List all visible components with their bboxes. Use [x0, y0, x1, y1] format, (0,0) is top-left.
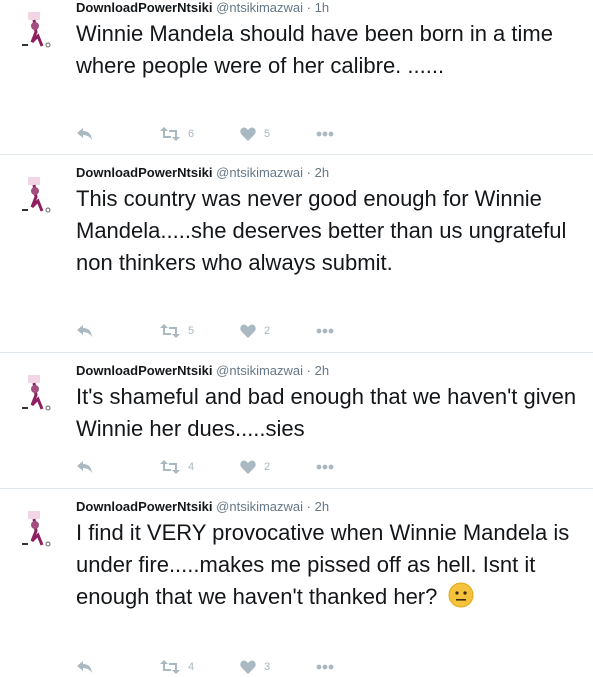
handle[interactable]: @ntsikimazwai [216, 499, 303, 514]
reply-button[interactable] [76, 657, 94, 677]
timestamp[interactable]: 1h [315, 0, 329, 15]
retweet-button[interactable]: 6 [160, 124, 194, 144]
retweet-icon [160, 460, 180, 474]
handle[interactable]: @ntsikimazwai [216, 0, 303, 15]
like-count: 2 [264, 461, 271, 473]
timestamp[interactable]: 2h [315, 363, 329, 378]
retweet-count: 6 [188, 128, 195, 140]
retweet-icon [160, 660, 180, 674]
reply-button[interactable] [76, 321, 94, 341]
reply-icon [77, 661, 92, 673]
retweet-icon [160, 324, 180, 338]
tweet-actions: 4 2 [76, 457, 346, 477]
tweet-feed: DownloadPowerNtsiki @ntsikimazwai · 1h W… [0, 0, 593, 674]
heart-icon [240, 460, 256, 474]
separator-dot: · [306, 165, 312, 180]
tweet-header: DownloadPowerNtsiki @ntsikimazwai · 2h [76, 499, 329, 515]
tweet[interactable]: DownloadPowerNtsiki @ntsikimazwai · 2h I… [0, 489, 593, 674]
timestamp[interactable]: 2h [315, 499, 329, 514]
retweet-count: 5 [188, 325, 195, 337]
tweet-header: DownloadPowerNtsiki @ntsikimazwai · 2h [76, 165, 329, 181]
more-button[interactable] [316, 124, 334, 144]
like-button[interactable]: 5 [240, 124, 270, 144]
reply-icon [77, 461, 92, 473]
tweet-actions: 4 3 [76, 657, 346, 677]
tweet[interactable]: DownloadPowerNtsiki @ntsikimazwai · 1h W… [0, 0, 593, 155]
like-button[interactable]: 2 [240, 321, 270, 341]
tweet-text-block: I find it VERY provocative when Winnie M… [76, 517, 581, 613]
tweet-text: Winnie Mandela should have been born in … [76, 21, 553, 78]
tweet[interactable]: DownloadPowerNtsiki @ntsikimazwai · 2h T… [0, 155, 593, 353]
handle[interactable]: @ntsikimazwai [216, 363, 303, 378]
retweet-button[interactable]: 4 [160, 457, 194, 477]
more-icon [316, 464, 334, 470]
avatar[interactable] [14, 8, 62, 56]
like-count: 2 [264, 325, 271, 337]
tweet-actions: 5 2 [76, 321, 346, 341]
display-name[interactable]: DownloadPowerNtsiki [76, 0, 213, 15]
display-name[interactable]: DownloadPowerNtsiki [76, 165, 213, 180]
tweet-text: It's shameful and bad enough that we hav… [76, 384, 577, 441]
heart-icon [240, 127, 256, 141]
tweet[interactable]: DownloadPowerNtsiki @ntsikimazwai · 2h I… [0, 353, 593, 489]
reply-button[interactable] [76, 124, 94, 144]
more-icon [316, 131, 334, 137]
avatar[interactable] [14, 173, 62, 221]
like-count: 3 [264, 661, 271, 673]
separator-dot: · [306, 363, 312, 378]
reply-icon [77, 325, 92, 337]
display-name[interactable]: DownloadPowerNtsiki [76, 499, 213, 514]
more-button[interactable] [316, 457, 334, 477]
like-count: 5 [264, 128, 271, 140]
heart-icon [240, 660, 256, 674]
tweet-text: I find it VERY provocative when Winnie M… [76, 520, 570, 609]
separator-dot: · [306, 499, 312, 514]
tweet-header: DownloadPowerNtsiki @ntsikimazwai · 1h [76, 0, 329, 16]
avatar[interactable] [14, 371, 62, 419]
more-icon [316, 328, 334, 334]
retweet-count: 4 [188, 661, 195, 673]
timestamp[interactable]: 2h [315, 165, 329, 180]
like-button[interactable]: 3 [240, 657, 270, 677]
more-button[interactable] [316, 321, 334, 341]
reply-button[interactable] [76, 457, 94, 477]
avatar[interactable] [14, 507, 62, 555]
reply-icon [77, 128, 92, 140]
retweet-icon [160, 127, 180, 141]
like-button[interactable]: 2 [240, 457, 270, 477]
display-name[interactable]: DownloadPowerNtsiki [76, 363, 213, 378]
neutral-face-emoji [448, 582, 473, 608]
handle[interactable]: @ntsikimazwai [216, 165, 303, 180]
separator-dot: · [306, 0, 312, 15]
more-button[interactable] [316, 657, 334, 677]
retweet-count: 4 [188, 461, 195, 473]
tweet-header: DownloadPowerNtsiki @ntsikimazwai · 2h [76, 363, 329, 379]
heart-icon [240, 324, 256, 338]
retweet-button[interactable]: 5 [160, 321, 194, 341]
tweet-actions: 6 5 [76, 124, 346, 144]
tweet-text: This country was never good enough for W… [76, 186, 567, 275]
retweet-button[interactable]: 4 [160, 657, 194, 677]
